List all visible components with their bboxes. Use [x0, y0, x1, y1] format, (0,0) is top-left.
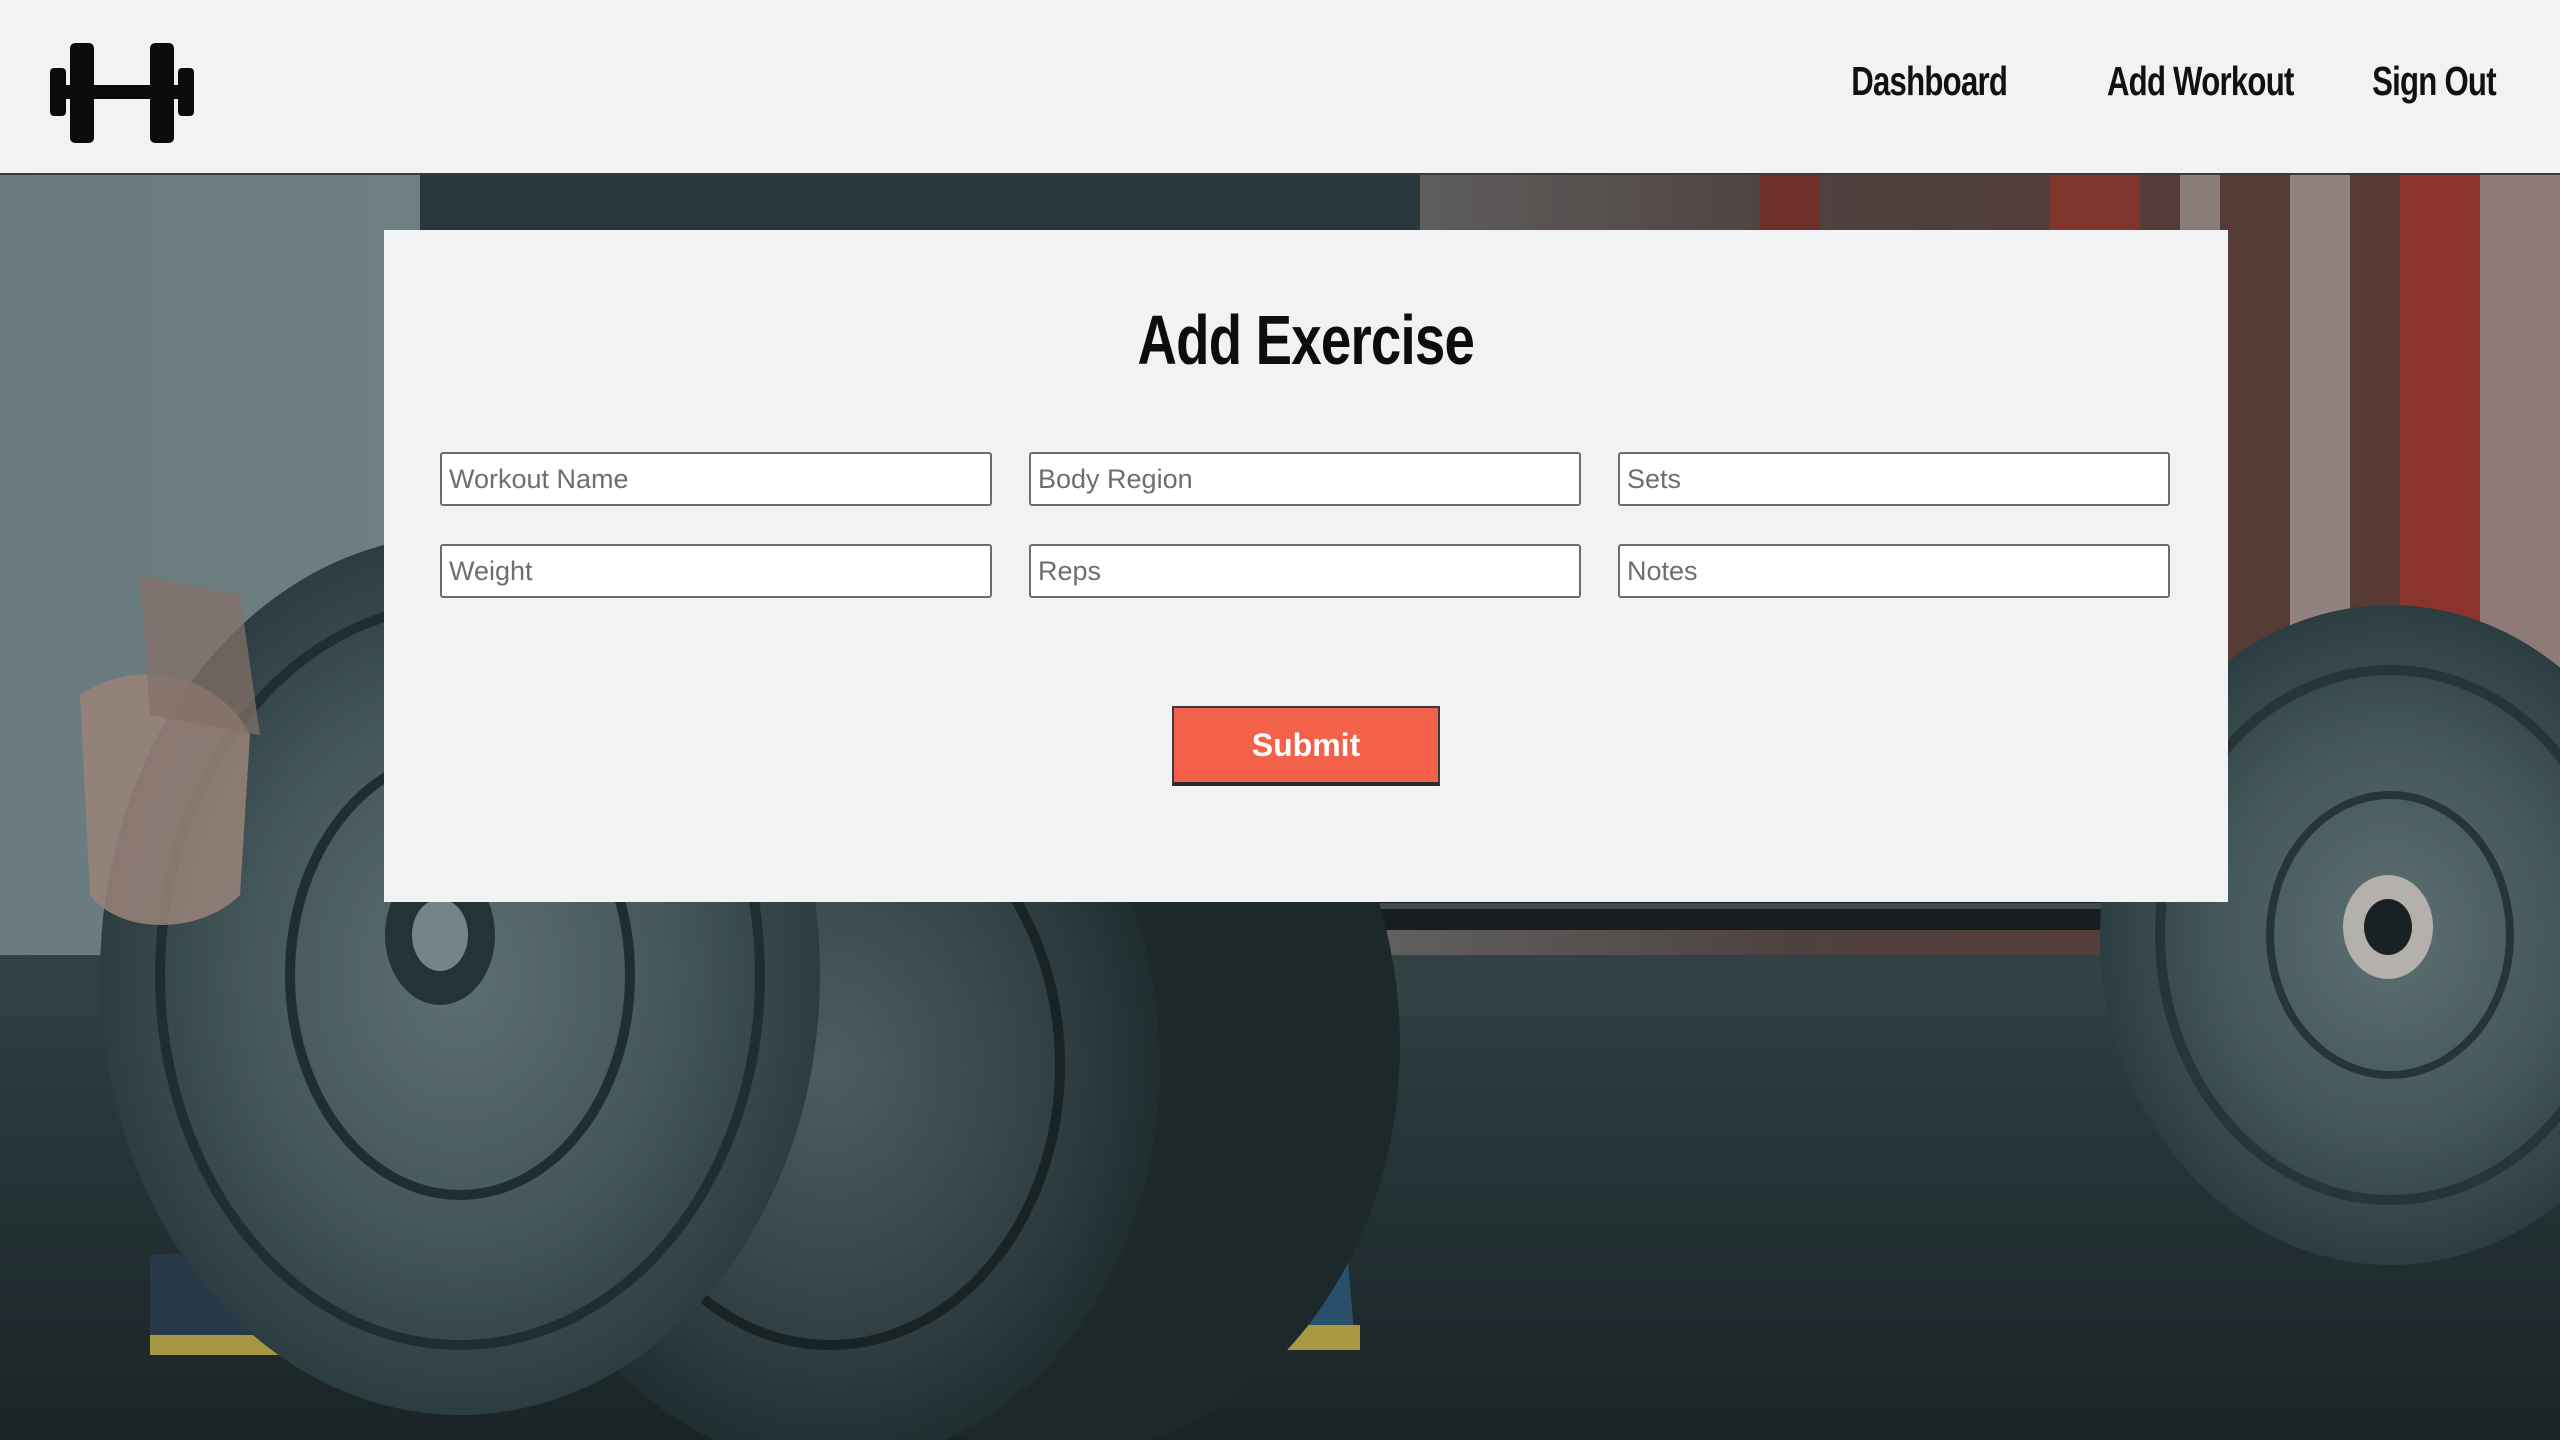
page-title: Add Exercise — [1137, 301, 1475, 379]
nav-add-workout[interactable]: Add Workout — [2107, 58, 2294, 105]
nav-dashboard[interactable]: Dashboard — [1852, 58, 2009, 105]
workout-name-input[interactable] — [440, 452, 992, 506]
main-nav: Dashboard Add Workout Sign Out — [1802, 58, 2497, 105]
submit-button[interactable]: Submit — [1172, 706, 1440, 786]
reps-input[interactable] — [1029, 544, 1581, 598]
notes-input[interactable] — [1618, 544, 2170, 598]
top-nav-bar: Dashboard Add Workout Sign Out — [0, 0, 2560, 175]
add-exercise-card: Add Exercise Submit — [384, 230, 2228, 902]
dumbbell-logo-icon[interactable] — [50, 30, 212, 145]
body-region-input[interactable] — [1029, 452, 1581, 506]
sets-input[interactable] — [1618, 452, 2170, 506]
nav-sign-out[interactable]: Sign Out — [2372, 58, 2496, 105]
weight-input[interactable] — [440, 544, 992, 598]
